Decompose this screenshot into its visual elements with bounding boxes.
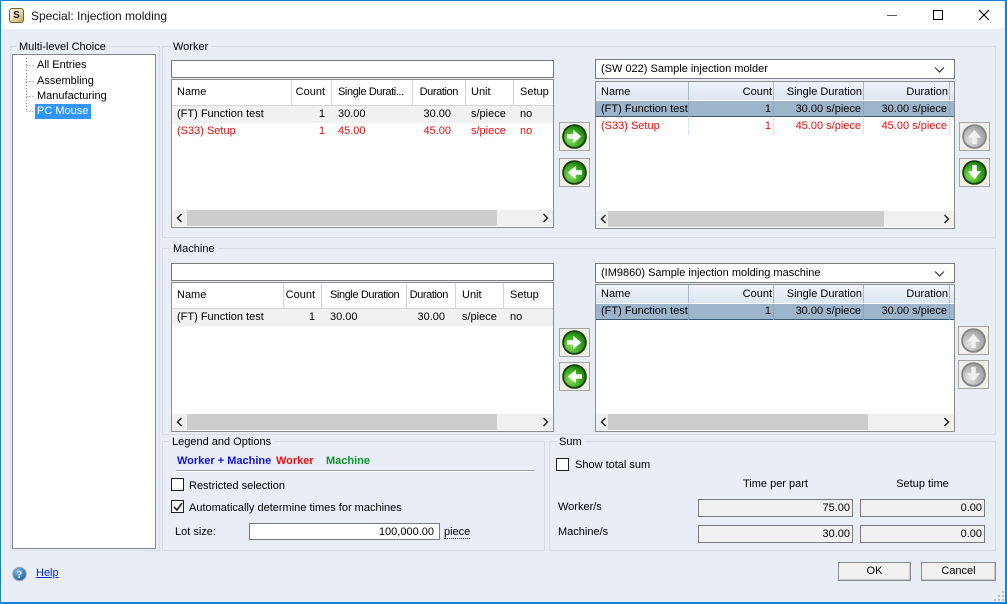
svg-text:?: ? bbox=[17, 569, 23, 581]
